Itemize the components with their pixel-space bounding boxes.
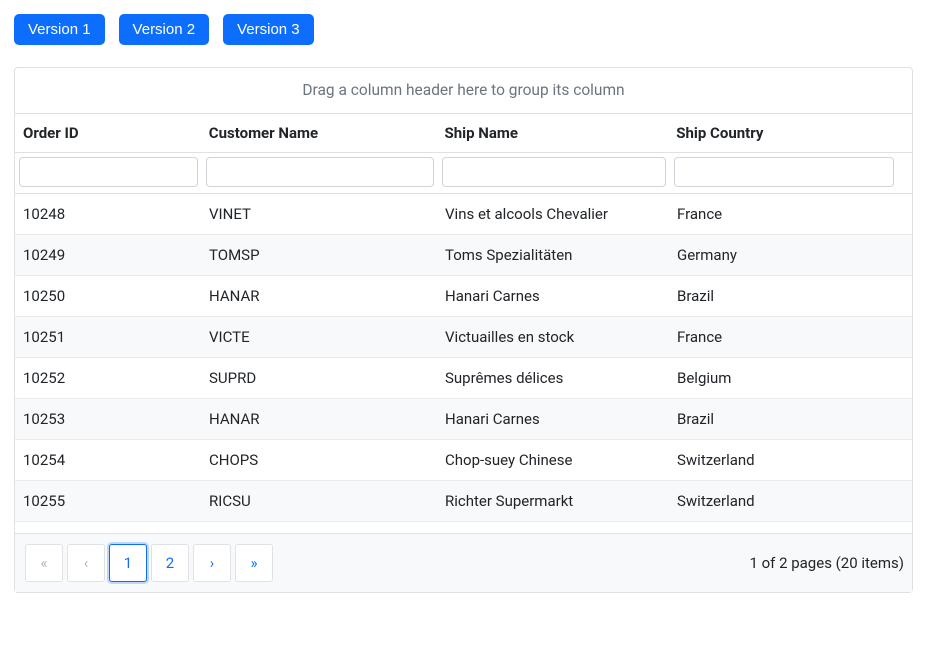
pager-last-button[interactable]: » — [235, 544, 273, 582]
cell-orderId: 10249 — [15, 235, 201, 275]
group-drop-area[interactable]: Drag a column header here to group its c… — [15, 68, 912, 114]
cell-shipName: Toms Spezialitäten — [437, 235, 669, 275]
cell-customerName: VINET — [201, 194, 437, 234]
column-header-ship-name[interactable]: Ship Name — [437, 114, 669, 152]
version-buttons: Version 1 Version 2 Version 3 — [14, 14, 913, 45]
pager-prev-button[interactable]: ‹ — [67, 544, 105, 582]
filter-order-id[interactable] — [19, 157, 198, 187]
filter-ship-name[interactable] — [442, 157, 666, 187]
cell-customerName: SUPRD — [201, 358, 437, 398]
cell-orderId: 10253 — [15, 399, 201, 439]
table-row[interactable]: 10250HANARHanari CarnesBrazil — [15, 276, 912, 317]
table-row[interactable]: 10252SUPRDSuprêmes délicesBelgium — [15, 358, 912, 399]
table-row[interactable]: 10254CHOPSChop-suey ChineseSwitzerland — [15, 440, 912, 481]
version-3-button[interactable]: Version 3 — [223, 14, 314, 45]
cell-orderId: 10250 — [15, 276, 201, 316]
data-grid: Drag a column header here to group its c… — [14, 67, 913, 593]
pager-info: 1 of 2 pages (20 items) — [749, 554, 904, 572]
cell-shipName: Richter Supermarkt — [437, 481, 669, 521]
cell-customerName: VICTE — [201, 317, 437, 357]
cell-shipCountry: Switzerland — [669, 481, 897, 521]
cell-customerName: HANAR — [201, 399, 437, 439]
pager-next-button[interactable]: › — [193, 544, 231, 582]
filter-ship-country[interactable] — [674, 157, 894, 187]
cell-orderId: 10248 — [15, 194, 201, 234]
cell-orderId: 10254 — [15, 440, 201, 480]
cell-shipCountry: Switzerland — [669, 440, 897, 480]
cell-shipCountry: Belgium — [669, 358, 897, 398]
cell-shipCountry: France — [669, 194, 897, 234]
table-row[interactable]: 10255RICSURichter SupermarktSwitzerland — [15, 481, 912, 522]
cell-shipCountry: France — [669, 317, 897, 357]
filter-row — [15, 153, 912, 194]
cell-orderId: 10252 — [15, 358, 201, 398]
cell-customerName: RICSU — [201, 481, 437, 521]
column-header-row: Order ID Customer Name Ship Name Ship Co… — [15, 114, 912, 153]
filter-customer-name[interactable] — [206, 157, 434, 187]
column-header-order-id[interactable]: Order ID — [15, 114, 201, 152]
cell-customerName: TOMSP — [201, 235, 437, 275]
table-row[interactable]: 10251VICTEVictuailles en stockFrance — [15, 317, 912, 358]
cell-customerName: HANAR — [201, 276, 437, 316]
version-2-button[interactable]: Version 2 — [119, 14, 210, 45]
pager: « ‹ 1 2 › » 1 of 2 pages (20 items) — [15, 533, 912, 592]
pager-page-2-button[interactable]: 2 — [151, 544, 189, 582]
table-row[interactable]: 10253HANARHanari CarnesBrazil — [15, 399, 912, 440]
cell-customerName: CHOPS — [201, 440, 437, 480]
cell-shipName: Suprêmes délices — [437, 358, 669, 398]
cell-shipCountry: Brazil — [669, 276, 897, 316]
column-header-customer-name[interactable]: Customer Name — [201, 114, 437, 152]
cell-shipName: Vins et alcools Chevalier — [437, 194, 669, 234]
cell-shipName: Hanari Carnes — [437, 399, 669, 439]
cell-shipName: Chop-suey Chinese — [437, 440, 669, 480]
version-1-button[interactable]: Version 1 — [14, 14, 105, 45]
table-row[interactable]: 10248VINETVins et alcools ChevalierFranc… — [15, 194, 912, 235]
cell-shipCountry: Germany — [669, 235, 897, 275]
table-row[interactable]: 10249TOMSPToms SpezialitätenGermany — [15, 235, 912, 276]
cell-shipName: Hanari Carnes — [437, 276, 669, 316]
cell-shipCountry: Brazil — [669, 399, 897, 439]
grid-body[interactable]: 10248VINETVins et alcools ChevalierFranc… — [15, 194, 912, 533]
cell-orderId: 10251 — [15, 317, 201, 357]
pager-page-1-button[interactable]: 1 — [109, 544, 147, 582]
cell-shipName: Victuailles en stock — [437, 317, 669, 357]
pager-first-button[interactable]: « — [25, 544, 63, 582]
column-header-ship-country[interactable]: Ship Country — [668, 114, 896, 152]
cell-orderId: 10255 — [15, 481, 201, 521]
